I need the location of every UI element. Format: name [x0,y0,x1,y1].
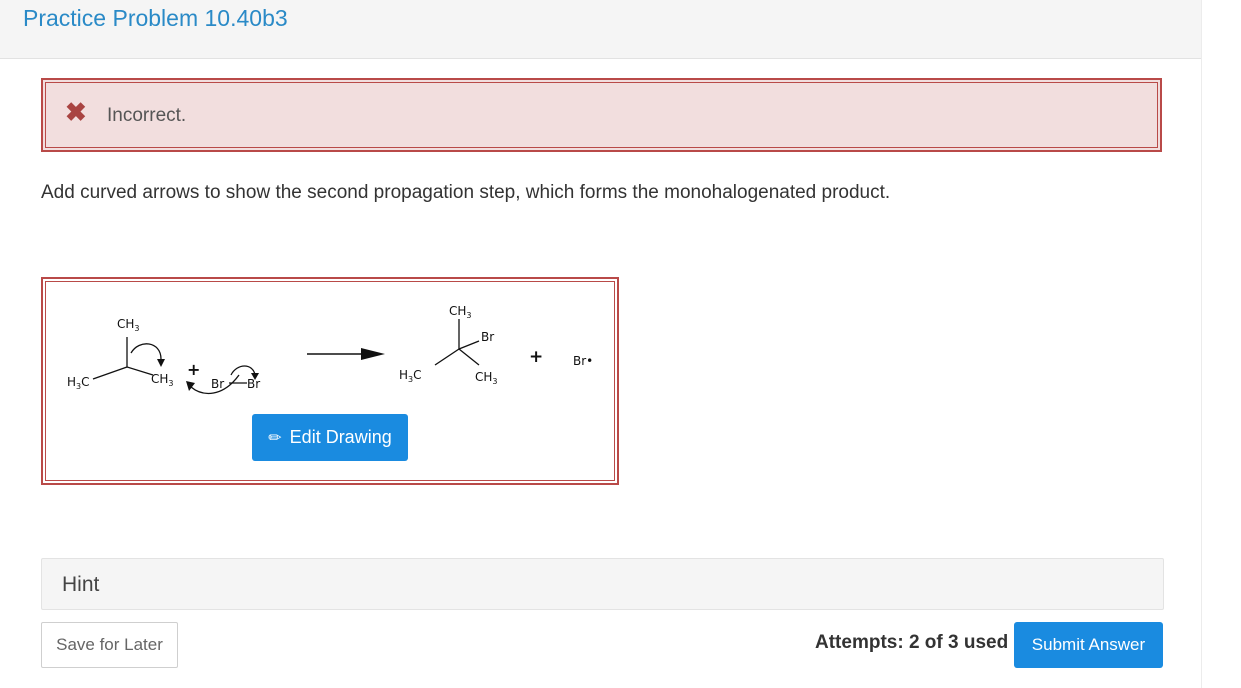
svg-text:CH3: CH3 [475,370,498,386]
svg-text:+: + [187,360,200,379]
hint-label: Hint [62,573,100,596]
close-icon: ✖ [65,97,87,127]
reaction-arrow [307,348,385,360]
svg-text:H3C: H3C [67,375,90,391]
svg-text:Br•: Br• [573,354,593,368]
reactant-structure: CH3 H3C CH3 + Br Br [67,317,260,395]
incorrect-alert: ✖ Incorrect. [41,78,1162,152]
svg-text:CH3: CH3 [151,372,174,388]
pencil-icon: ✏ [268,429,282,447]
svg-text:Br: Br [211,377,224,391]
edit-drawing-button[interactable]: ✏ Edit Drawing [252,414,408,461]
right-gutter [1201,0,1241,688]
question-instructions: Add curved arrows to show the second pro… [41,182,891,203]
product-structure: CH3 Br H3C CH3 + Br• [399,304,593,386]
submit-answer-button[interactable]: Submit Answer [1014,622,1163,668]
svg-text:CH3: CH3 [117,317,140,333]
edit-drawing-label: Edit Drawing [289,427,392,447]
page-title: Practice Problem 10.40b3 [23,5,288,31]
svg-text:Br: Br [481,330,494,344]
save-for-later-button[interactable]: Save for Later [41,622,178,668]
svg-text:Br: Br [247,377,260,391]
hint-panel[interactable]: Hint [41,558,1164,610]
svg-text:H3C: H3C [399,368,422,384]
page-header: Practice Problem 10.40b3 [0,0,1202,59]
drawing-area[interactable]: CH3 H3C CH3 + Br Br CH3 Br H3C CH3 + Br•… [41,277,619,485]
attempts-counter: Attempts: 2 of 3 used [815,632,1009,653]
svg-text:CH3: CH3 [449,304,472,320]
svg-text:+: + [529,347,543,367]
alert-message: Incorrect. [107,105,187,126]
